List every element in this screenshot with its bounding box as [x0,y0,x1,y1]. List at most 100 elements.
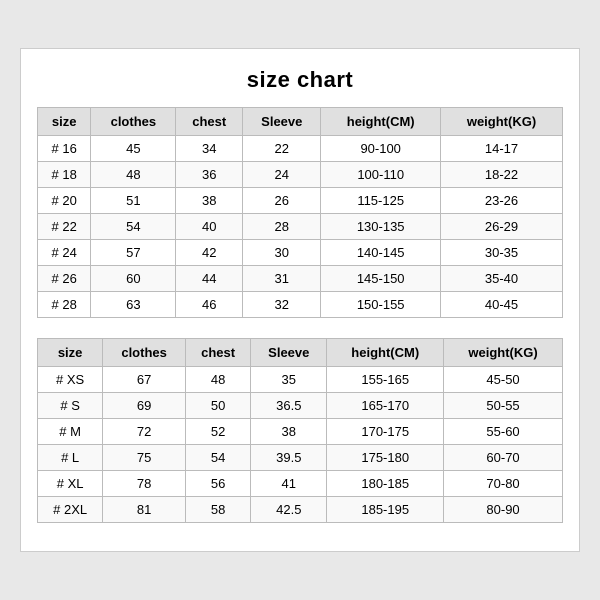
table-cell: # 22 [38,214,91,240]
table-cell: 75 [103,445,186,471]
table-cell: 39.5 [251,445,327,471]
table-cell: 30-35 [441,240,563,266]
table-cell: 52 [185,419,250,445]
table-cell: 45 [91,136,176,162]
table-cell: 130-135 [321,214,441,240]
table-row: # XL785641180-18570-80 [38,471,563,497]
table-cell: 32 [243,292,321,318]
table-cell: # M [38,419,103,445]
column-header: Sleeve [251,339,327,367]
table-cell: 56 [185,471,250,497]
column-header: Sleeve [243,108,321,136]
table-row: # 18483624100-11018-22 [38,162,563,188]
table-cell: 175-180 [327,445,444,471]
table-row: # 1645342290-10014-17 [38,136,563,162]
column-header: height(CM) [327,339,444,367]
table-cell: 36 [176,162,243,188]
table-cell: 48 [185,367,250,393]
table-cell: # 26 [38,266,91,292]
table-row: # 24574230140-14530-35 [38,240,563,266]
table-cell: 18-22 [441,162,563,188]
table-cell: 35-40 [441,266,563,292]
section1-header: sizeclotheschestSleeveheight(CM)weight(K… [38,108,563,136]
table-cell: 72 [103,419,186,445]
column-header: size [38,339,103,367]
table-cell: 55-60 [444,419,563,445]
table-cell: 46 [176,292,243,318]
table-cell: 185-195 [327,497,444,523]
table-row: # 22544028130-13526-29 [38,214,563,240]
table-cell: 81 [103,497,186,523]
table-cell: 58 [185,497,250,523]
section2-header: sizeclotheschestSleeveheight(CM)weight(K… [38,339,563,367]
table-cell: 115-125 [321,188,441,214]
table-cell: 54 [185,445,250,471]
table-cell: 35 [251,367,327,393]
table-row: # 26604431145-15035-40 [38,266,563,292]
table-cell: 165-170 [327,393,444,419]
table-cell: 80-90 [444,497,563,523]
column-header: chest [185,339,250,367]
column-header: height(CM) [321,108,441,136]
table-row: # 20513826115-12523-26 [38,188,563,214]
table-cell: 26-29 [441,214,563,240]
section1-table: sizeclotheschestSleeveheight(CM)weight(K… [37,107,563,318]
table-cell: 70-80 [444,471,563,497]
table-cell: 44 [176,266,243,292]
table-cell: 51 [91,188,176,214]
table-cell: 42.5 [251,497,327,523]
table-cell: # 20 [38,188,91,214]
table-row: # 2XL815842.5185-19580-90 [38,497,563,523]
table-cell: 36.5 [251,393,327,419]
table-row: # S695036.5165-17050-55 [38,393,563,419]
table-cell: # 24 [38,240,91,266]
table-cell: 41 [251,471,327,497]
table-cell: 150-155 [321,292,441,318]
table-cell: 34 [176,136,243,162]
table-cell: 30 [243,240,321,266]
table-cell: # L [38,445,103,471]
table-cell: # 28 [38,292,91,318]
column-header: chest [176,108,243,136]
table-cell: 60-70 [444,445,563,471]
table-cell: 42 [176,240,243,266]
table-cell: # XL [38,471,103,497]
table-row: # XS674835155-16545-50 [38,367,563,393]
table-cell: 38 [251,419,327,445]
table-cell: 40-45 [441,292,563,318]
table-cell: 48 [91,162,176,188]
table-cell: 50-55 [444,393,563,419]
column-header: weight(KG) [441,108,563,136]
column-header: size [38,108,91,136]
table-cell: # S [38,393,103,419]
table-cell: 78 [103,471,186,497]
table-cell: 170-175 [327,419,444,445]
table-cell: 67 [103,367,186,393]
chart-title: size chart [37,67,563,93]
table-cell: 69 [103,393,186,419]
table-cell: 24 [243,162,321,188]
section2-table: sizeclotheschestSleeveheight(CM)weight(K… [37,338,563,523]
table-cell: 26 [243,188,321,214]
table-cell: 38 [176,188,243,214]
table-cell: 145-150 [321,266,441,292]
table-row: # L755439.5175-18060-70 [38,445,563,471]
table-cell: 63 [91,292,176,318]
table-cell: 180-185 [327,471,444,497]
table-cell: # 16 [38,136,91,162]
table-cell: # 18 [38,162,91,188]
table-cell: 22 [243,136,321,162]
column-header: weight(KG) [444,339,563,367]
table-cell: 31 [243,266,321,292]
section-divider [37,328,563,338]
table-cell: 45-50 [444,367,563,393]
column-header: clothes [103,339,186,367]
table-cell: 155-165 [327,367,444,393]
table-cell: 50 [185,393,250,419]
table-row: # 28634632150-15540-45 [38,292,563,318]
table-cell: 57 [91,240,176,266]
column-header: clothes [91,108,176,136]
table-cell: 140-145 [321,240,441,266]
table-cell: 100-110 [321,162,441,188]
section1-body: # 1645342290-10014-17# 18483624100-11018… [38,136,563,318]
